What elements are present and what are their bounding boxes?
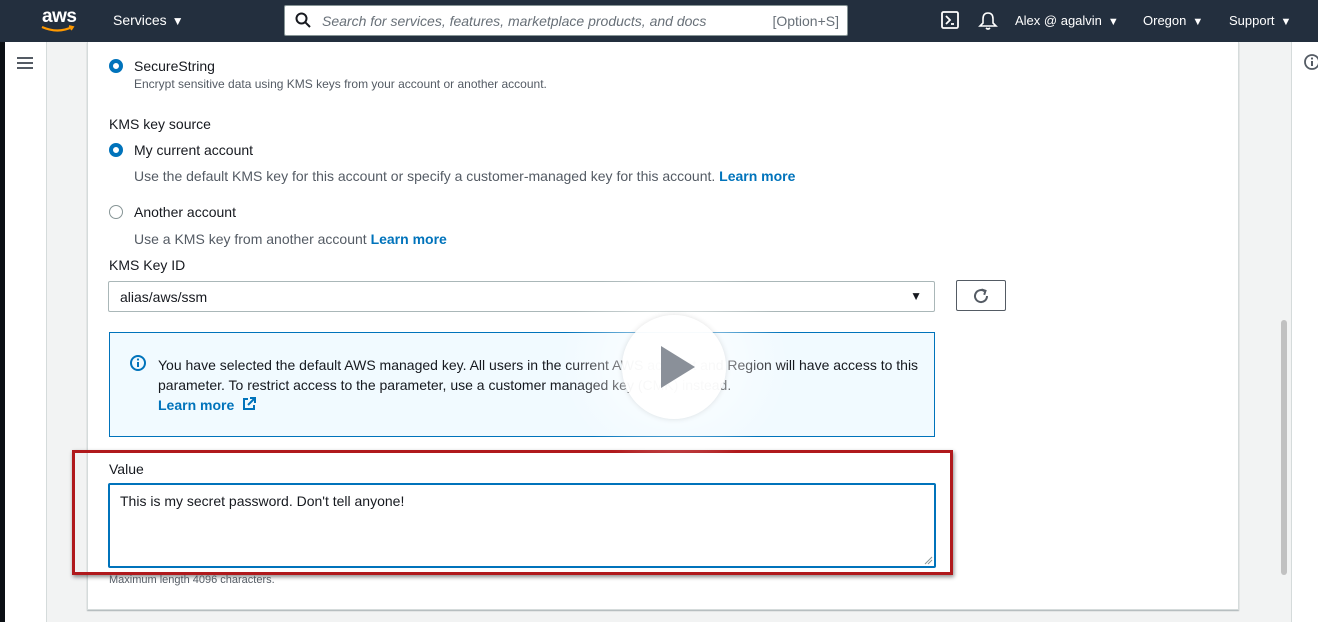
top-nav: aws Services ▼ Search for services, featu… xyxy=(0,0,1318,42)
info-icon xyxy=(130,355,146,371)
region-menu[interactable]: Oregon ▼ xyxy=(1143,13,1203,28)
help-panel-rail xyxy=(1291,42,1318,622)
info-icon[interactable] xyxy=(1304,54,1318,70)
caret-down-icon: ▼ xyxy=(910,289,922,303)
my-current-account-description-text: Use the default KMS key for this account… xyxy=(134,168,716,184)
kms-key-id-label: KMS Key ID xyxy=(109,257,186,273)
learn-more-link[interactable]: Learn more xyxy=(371,231,447,247)
bell-icon[interactable] xyxy=(978,11,998,31)
securestring-description: Encrypt sensitive data using KMS keys fr… xyxy=(134,77,547,91)
another-account-label: Another account xyxy=(134,204,236,220)
refresh-icon xyxy=(974,288,989,304)
aws-logo[interactable]: aws xyxy=(40,6,80,36)
another-account-description: Use a KMS key from another account Learn… xyxy=(134,231,447,247)
info-alert: You have selected the default AWS manage… xyxy=(109,332,935,437)
securestring-label: SecureString xyxy=(134,58,215,74)
value-label: Value xyxy=(109,461,144,477)
my-current-account-radio[interactable] xyxy=(109,143,123,157)
securestring-radio[interactable] xyxy=(109,59,123,73)
aws-smile-icon xyxy=(41,25,75,32)
kms-key-source-label: KMS key source xyxy=(109,116,211,132)
external-link-icon xyxy=(243,397,257,410)
hamburger-icon[interactable] xyxy=(17,56,33,70)
services-label: Services xyxy=(113,12,167,28)
caret-down-icon: ▼ xyxy=(1192,16,1204,28)
caret-down-icon: ▼ xyxy=(1107,16,1119,28)
another-account-radio[interactable] xyxy=(109,205,123,219)
scrollbar[interactable] xyxy=(1279,42,1289,622)
support-menu[interactable]: Support ▼ xyxy=(1229,13,1291,28)
side-navigation-rail xyxy=(5,42,47,622)
my-current-account-label: My current account xyxy=(134,142,254,158)
play-button[interactable] xyxy=(622,315,726,419)
account-label: Alex @ agalvin xyxy=(1015,13,1102,28)
search-bar[interactable]: Search for services, features, marketpla… xyxy=(284,5,848,36)
value-text: This is my secret password. Don't tell a… xyxy=(120,493,405,509)
scrollbar-thumb[interactable] xyxy=(1281,320,1287,575)
learn-more-link[interactable]: Learn more xyxy=(719,168,795,184)
play-icon xyxy=(661,346,695,388)
refresh-button[interactable] xyxy=(956,280,1006,311)
another-account-description-text: Use a KMS key from another account xyxy=(134,231,367,247)
caret-down-icon: ▼ xyxy=(1280,16,1292,28)
my-current-account-description: Use the default KMS key for this account… xyxy=(134,168,795,184)
region-label: Oregon xyxy=(1143,13,1187,28)
search-shortcut: [Option+S] xyxy=(772,13,839,29)
resize-grip-icon[interactable] xyxy=(924,556,933,565)
value-hint: Maximum length 4096 characters. xyxy=(109,574,275,586)
kms-key-id-select[interactable]: alias/aws/ssm ▼ xyxy=(108,281,935,312)
search-placeholder: Search for services, features, marketpla… xyxy=(322,13,707,29)
caret-down-icon: ▼ xyxy=(171,14,184,28)
cloudshell-icon[interactable] xyxy=(941,11,959,29)
services-menu[interactable]: Services ▼ xyxy=(113,12,184,28)
support-label: Support xyxy=(1229,13,1275,28)
info-alert-text: You have selected the default AWS manage… xyxy=(158,357,919,393)
info-learn-more-link[interactable]: Learn more xyxy=(158,397,257,413)
search-icon xyxy=(295,12,311,28)
account-menu[interactable]: Alex @ agalvin ▼ xyxy=(1015,13,1119,28)
value-textarea[interactable]: This is my secret password. Don't tell a… xyxy=(108,483,936,568)
kms-key-id-value: alias/aws/ssm xyxy=(120,289,208,305)
info-learn-more-label: Learn more xyxy=(158,397,235,413)
